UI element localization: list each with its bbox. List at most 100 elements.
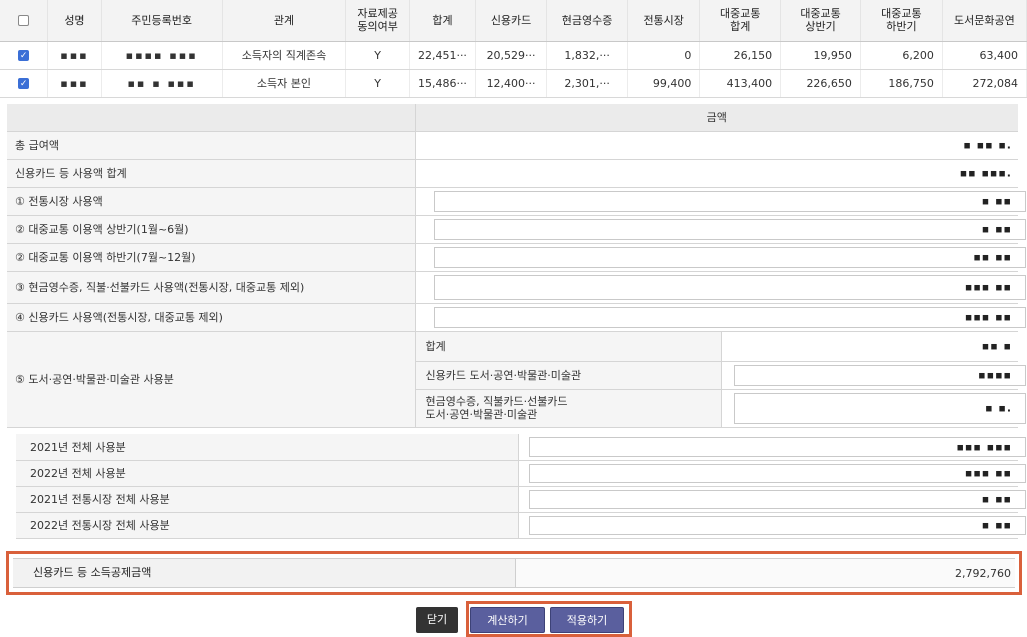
row-select-cell[interactable]: ✓	[0, 69, 49, 98]
transit-h2-value: ▪︎▪︎ ▪︎▪︎	[973, 250, 1012, 264]
card-label: ④ 신용카드 사용액(전통시장, 대중교통 제외)	[7, 303, 416, 332]
yearly-cell: ▪︎▪︎▪︎ ▪︎▪︎▪︎	[518, 434, 1026, 461]
dependent-transit-total: 413,400	[699, 69, 782, 98]
yearly-label: 2022년 전체 사용분	[16, 460, 519, 487]
col-header-transit-h2: 대중교통 하반기	[860, 0, 943, 42]
yearly-cell: ▪︎ ▪︎▪︎	[518, 486, 1026, 513]
col-header-total: 합계	[409, 0, 476, 42]
col-header-cash: 현금영수증	[546, 0, 629, 42]
yearly-field[interactable]	[528, 437, 1026, 457]
transit-h2-cell: ▪︎▪︎ ▪︎▪︎	[415, 243, 1026, 272]
card-value: ▪︎▪︎▪︎ ▪︎▪︎	[964, 310, 1012, 324]
culture-sum-row: ⑤ 도서·공연·박물관·미술관 사용분 합계 ▪︎▪︎ ▪︎	[7, 331, 1018, 428]
yearly-label: 2022년 전통시장 전체 사용분	[16, 512, 519, 539]
card-total-row: 신용카드 등 사용액 합계 ▪︎▪︎ ▪︎▪︎▪︎.	[7, 159, 1018, 188]
yearly-row-2022-market: 2022년 전통시장 전체 사용분 ▪︎ ▪︎▪︎	[16, 512, 1026, 539]
dependents-table: 성명 주민등록번호 관계 자료제공 동의여부 합계 신용카드 현금영수증 전통시…	[0, 0, 1027, 98]
dependent-relation: 소득자의 직계존속	[222, 41, 347, 70]
amount-header: 금액	[415, 104, 1018, 132]
dependent-transit-h2: 6,200	[860, 41, 943, 70]
dependent-transit-h1: 226,650	[780, 69, 861, 98]
yearly-label: 2021년 전체 사용분	[16, 434, 519, 461]
row-checkbox[interactable]: ✓	[18, 50, 30, 61]
dependent-relation: 소득자 본인	[222, 69, 347, 98]
dependents-header-row: 성명 주민등록번호 관계 자료제공 동의여부 합계 신용카드 현금영수증 전통시…	[0, 0, 1027, 42]
cash-row: ③ 현금영수증, 직불·선불카드 사용액(전통시장, 대중교통 제외) ▪︎▪︎…	[7, 271, 1026, 304]
cash-label: ③ 현금영수증, 직불·선불카드 사용액(전통시장, 대중교통 제외)	[7, 271, 416, 304]
table-row: ✓ ▪︎▪︎▪︎ ▪︎▪︎ ▪︎ ▪︎▪︎▪︎ 소득자 본인 Y 15,486·…	[0, 69, 1027, 98]
transit-h1-row: ② 대중교통 이용액 상반기(1월~6월) ▪︎ ▪︎▪︎	[7, 215, 1026, 244]
dependent-rrn: ▪︎▪︎▪︎▪︎ ▪︎▪︎▪︎	[101, 41, 223, 70]
culture-sum-label: 합계	[415, 331, 722, 362]
apply-button[interactable]: 적용하기	[550, 607, 624, 633]
dependent-consent: Y	[345, 41, 410, 70]
dependent-market: 0	[627, 41, 701, 70]
culture-cash-field[interactable]	[733, 392, 1026, 424]
card-total-label: 신용카드 등 사용액 합계	[7, 159, 416, 188]
dependent-transit-h2: 186,750	[860, 69, 943, 98]
transit-h1-field[interactable]	[433, 218, 1026, 240]
col-header-culture: 도서문화공연	[942, 0, 1027, 42]
card-total-cell: ▪︎▪︎ ▪︎▪︎▪︎.	[415, 159, 1018, 188]
dependent-card: 12,400···	[475, 69, 548, 98]
select-all-cell[interactable]	[0, 0, 49, 42]
card-field[interactable]	[433, 306, 1026, 328]
row-checkbox[interactable]: ✓	[18, 78, 30, 89]
yearly-value: ▪︎▪︎▪︎ ▪︎▪︎▪︎	[956, 440, 1012, 454]
culture-label: ⑤ 도서·공연·박물관·미술관 사용분	[7, 331, 416, 428]
calculate-button[interactable]: 계산하기	[470, 607, 545, 633]
yearly-field[interactable]	[528, 489, 1026, 509]
dependent-transit-total: 26,150	[699, 41, 782, 70]
culture-card-cell: ▪︎▪︎▪︎▪︎	[721, 361, 1026, 390]
deduction-result-value: 2,792,760	[516, 559, 1015, 587]
culture-cash-value: ▪︎ ▪︎.	[985, 401, 1012, 415]
deduction-result-label: 신용카드 등 소득공제금액	[13, 559, 516, 587]
transit-h1-label: ② 대중교통 이용액 상반기(1월~6월)	[7, 215, 416, 244]
dependent-total: 15,486···	[409, 69, 476, 98]
market-row: ① 전통시장 사용액 ▪︎ ▪︎▪︎	[7, 187, 1026, 216]
col-header-relation: 관계	[222, 0, 347, 42]
cash-cell: ▪︎▪︎▪︎ ▪︎▪︎	[415, 271, 1026, 304]
table-row: ✓ ▪︎▪︎▪︎ ▪︎▪︎▪︎▪︎ ▪︎▪︎▪︎ 소득자의 직계존속 Y 22,…	[0, 41, 1027, 70]
card-total-value: ▪︎▪︎ ▪︎▪︎▪︎.	[959, 166, 1012, 180]
col-header-rrn: 주민등록번호	[101, 0, 223, 42]
yearly-cell: ▪︎▪︎▪︎ ▪︎▪︎	[518, 460, 1026, 487]
transit-h1-cell: ▪︎ ▪︎▪︎	[415, 215, 1026, 244]
yearly-value: ▪︎ ▪︎▪︎	[981, 518, 1012, 532]
close-button[interactable]: 닫기	[416, 607, 458, 633]
yearly-field[interactable]	[528, 463, 1026, 483]
cash-field[interactable]	[433, 274, 1026, 300]
transit-h1-value: ▪︎ ▪︎▪︎	[981, 222, 1012, 236]
cash-value: ▪︎▪︎▪︎ ▪︎▪︎	[964, 280, 1012, 294]
col-header-card: 신용카드	[475, 0, 548, 42]
row-select-cell[interactable]: ✓	[0, 41, 49, 70]
dependent-culture: 63,400	[942, 41, 1027, 70]
yearly-label: 2021년 전통시장 전체 사용분	[16, 486, 519, 513]
yearly-cell: ▪︎ ▪︎▪︎	[518, 512, 1026, 539]
deduction-header-blank	[7, 104, 416, 132]
transit-h2-field[interactable]	[433, 246, 1026, 268]
market-field[interactable]	[433, 190, 1026, 212]
dependent-cash: 2,301,···	[546, 69, 629, 98]
dependent-rrn: ▪︎▪︎ ▪︎ ▪︎▪︎▪︎	[101, 69, 223, 98]
yearly-value: ▪︎ ▪︎▪︎	[981, 492, 1012, 506]
culture-sum-value: ▪︎▪︎ ▪︎	[981, 339, 1012, 353]
yearly-field[interactable]	[528, 515, 1026, 535]
select-all-checkbox[interactable]	[18, 15, 30, 27]
deduction-result-highlight: 신용카드 등 소득공제금액 2,792,760	[6, 551, 1022, 595]
yearly-value: ▪︎▪︎▪︎ ▪︎▪︎	[964, 466, 1012, 480]
yearly-row-2021-total: 2021년 전체 사용분 ▪︎▪︎▪︎ ▪︎▪︎▪︎	[16, 434, 1026, 461]
col-header-transit-h1: 대중교통 상반기	[780, 0, 861, 42]
transit-h2-label: ② 대중교통 이용액 하반기(7월~12월)	[7, 243, 416, 272]
culture-card-label: 신용카드 도서·공연·박물관·미술관	[415, 361, 722, 390]
culture-sum-cell: ▪︎▪︎ ▪︎	[721, 331, 1018, 362]
total-salary-value: ▪︎ ▪︎▪︎ ▪︎.	[963, 138, 1012, 152]
dependent-total: 22,451···	[409, 41, 476, 70]
dependent-cash: 1,832,···	[546, 41, 629, 70]
dependent-card: 20,529···	[475, 41, 548, 70]
culture-card-value: ▪︎▪︎▪︎▪︎	[978, 368, 1012, 382]
col-header-name: 성명	[47, 0, 102, 42]
col-header-market: 전통시장	[627, 0, 701, 42]
transit-h2-row: ② 대중교통 이용액 하반기(7월~12월) ▪︎▪︎ ▪︎▪︎	[7, 243, 1026, 272]
deduction-result-row: 신용카드 등 소득공제금액 2,792,760	[13, 558, 1015, 588]
